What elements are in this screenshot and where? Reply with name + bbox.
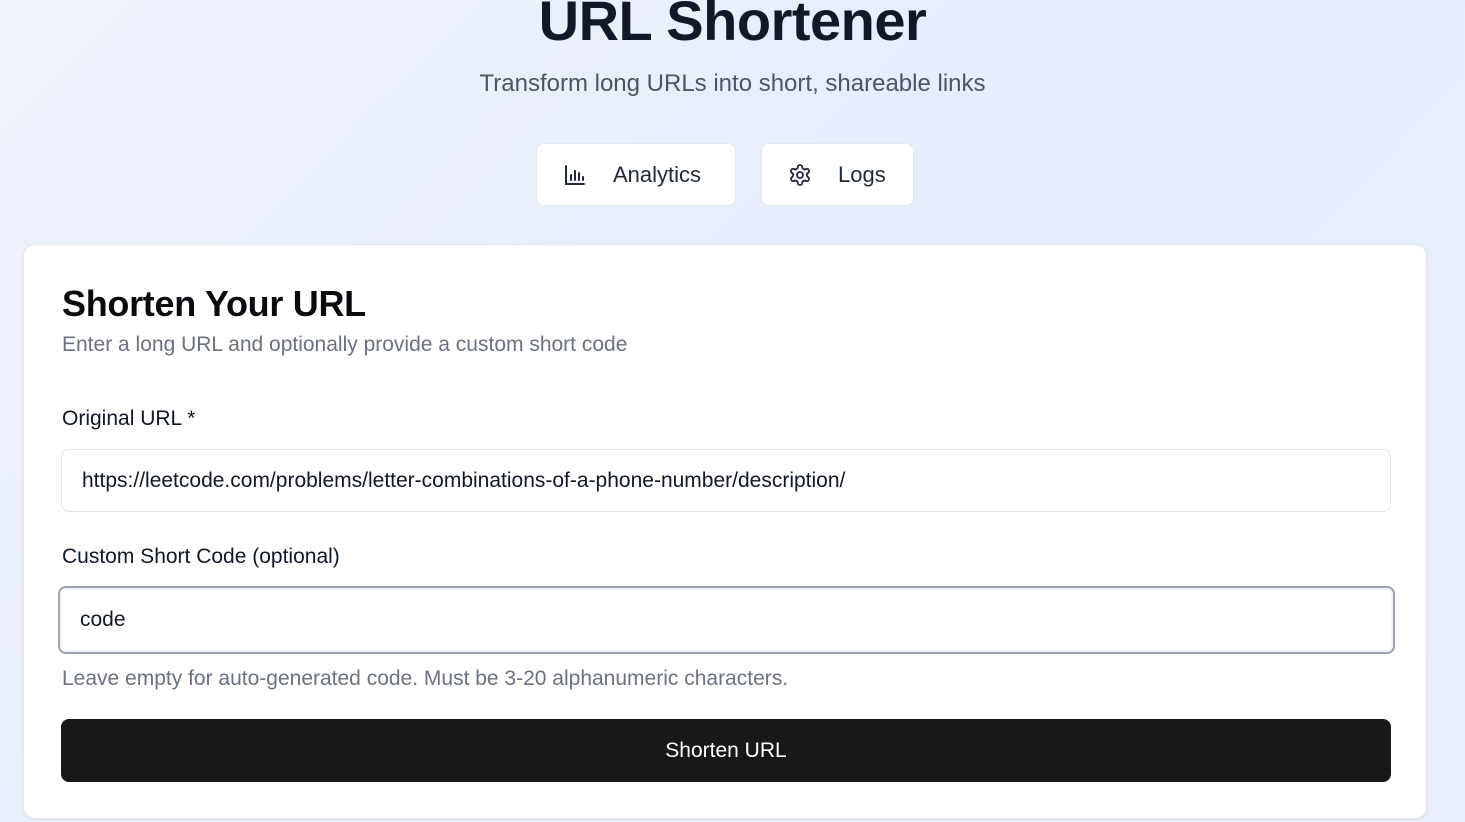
app-title: URL Shortener — [538, 0, 927, 52]
custom-code-label: Custom Short Code (optional) — [62, 545, 340, 568]
card-description: Enter a long URL and optionally provide … — [62, 333, 628, 356]
app-subtitle: Transform long URLs into short, shareabl… — [479, 70, 986, 97]
bar-chart-icon — [563, 163, 587, 187]
analytics-button[interactable]: Analytics — [536, 143, 736, 206]
original-url-label: Original URL * — [62, 407, 196, 430]
shorten-card: Shorten Your URL Enter a long URL and op… — [23, 244, 1427, 819]
gear-icon — [788, 163, 812, 187]
card-title: Shorten Your URL — [62, 283, 366, 324]
original-url-input[interactable] — [61, 449, 1391, 512]
logs-label: Logs — [838, 161, 886, 187]
analytics-label: Analytics — [613, 161, 702, 187]
logs-button[interactable]: Logs — [761, 143, 914, 206]
custom-code-input[interactable] — [58, 586, 1395, 654]
shorten-url-button[interactable]: Shorten URL — [61, 719, 1391, 782]
custom-code-hint: Leave empty for auto-generated code. Mus… — [62, 667, 789, 690]
